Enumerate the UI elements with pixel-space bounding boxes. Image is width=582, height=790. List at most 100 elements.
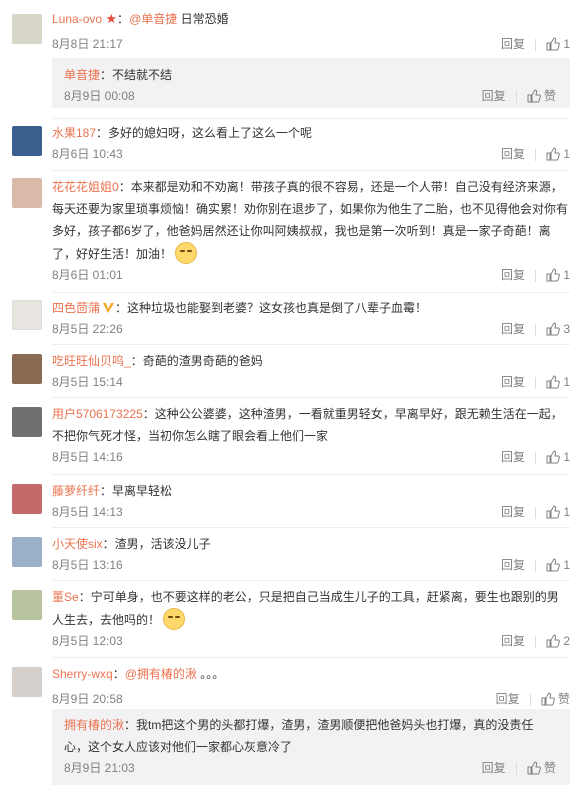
comment-username[interactable]: 四色茴蒲: [52, 301, 100, 315]
comment-separator: ：: [112, 667, 125, 681]
like-button[interactable]: 3: [546, 319, 570, 339]
avatar[interactable]: [12, 484, 42, 514]
avatar[interactable]: [12, 590, 42, 620]
comment-username[interactable]: 小天使six: [52, 537, 103, 551]
action-divider: [534, 269, 536, 282]
comment-text: 。。。: [196, 667, 225, 681]
action-divider: [534, 506, 536, 519]
thumbs-up-icon: [546, 268, 560, 282]
like-count: 2: [563, 634, 570, 648]
like-count: 1: [563, 37, 570, 51]
avatar[interactable]: [12, 667, 42, 697]
comment-date: 8月5日 22:26: [52, 322, 123, 336]
action-divider: [534, 148, 536, 161]
comment-date: 8月5日 15:14: [52, 375, 123, 389]
comment-username[interactable]: Luna-ovo: [52, 12, 102, 26]
like-button[interactable]: 1: [546, 447, 570, 467]
comment-item: 水果187：多好的媳妇呀，这么看上了这么一个呢 8月6日 10:43 回复 1: [0, 118, 582, 170]
thumbs-up-icon: [546, 505, 560, 519]
sleepy-emoji-icon: [175, 242, 198, 264]
comment-separator: ：: [117, 12, 130, 26]
like-button[interactable]: 赞: [527, 758, 556, 778]
action-divider: [534, 376, 536, 389]
like-button[interactable]: 1: [546, 265, 570, 285]
like-count: 1: [563, 558, 570, 572]
comment-username[interactable]: 用户5706173225: [52, 407, 143, 421]
like-button[interactable]: 1: [546, 555, 570, 575]
like-button[interactable]: 1: [546, 144, 570, 164]
reply-button[interactable]: 回复: [501, 555, 525, 575]
comment-username[interactable]: 吃旺旺仙贝呜_: [52, 354, 131, 368]
thumbs-up-icon: [546, 634, 560, 648]
avatar[interactable]: [12, 14, 42, 44]
avatar[interactable]: [12, 407, 42, 437]
like-button[interactable]: 2: [546, 631, 570, 651]
reply-button[interactable]: 回复: [501, 502, 525, 522]
comment-text: ：早离早轻松: [100, 484, 173, 498]
sub-comment-box: 拥有椿的湫：我tm把这个男的头都打爆，渣男，渣男顺便把他爸妈头也打爆，真的没责任…: [52, 709, 570, 785]
like-button[interactable]: 赞: [527, 86, 556, 106]
sub-comment-username[interactable]: 单音捷: [64, 68, 100, 82]
avatar[interactable]: [12, 354, 42, 384]
reply-button[interactable]: 回复: [482, 86, 506, 106]
comment-username[interactable]: Sherry-wxq: [52, 667, 113, 681]
comment-date: 8月6日 10:43: [52, 147, 123, 161]
reply-button[interactable]: 回复: [496, 689, 520, 709]
comment-text: ：这种垃圾也能娶到老婆？这女孩也真是倒了八辈子血霉！: [115, 301, 428, 315]
sub-comment-date: 8月9日 00:08: [64, 89, 135, 103]
comment-item: 藤萝纤纤：早离早轻松 8月5日 14:13 回复 1: [0, 474, 582, 526]
sub-comment-username[interactable]: 拥有椿的湫: [64, 718, 124, 732]
sub-comment-box: 单音捷：不结就不结 8月9日 00:08 回复 赞: [52, 58, 570, 108]
avatar[interactable]: [12, 126, 42, 156]
comment-text: ：宁可单身，也不要这样的老公，只是把自己当成生儿子的工具，赶紧离，要生也跟别的男…: [52, 590, 559, 627]
thumbs-up-icon: [546, 147, 560, 161]
comment-item: 吃旺旺仙贝呜_：奇葩的渣男奇葩的爸妈 8月5日 15:14 回复 1: [0, 344, 582, 396]
reply-button[interactable]: 回复: [501, 631, 525, 651]
comment-text: ：多好的媳妇呀，这么看上了这么一个呢: [96, 126, 313, 140]
reply-button[interactable]: 回复: [501, 447, 525, 467]
like-button[interactable]: 1: [546, 34, 570, 54]
reply-button[interactable]: 回复: [482, 758, 506, 778]
like-count: 1: [563, 268, 570, 282]
comment-date: 8月5日 13:16: [52, 558, 123, 572]
comment-item: 董Se：宁可单身，也不要这样的老公，只是把自己当成生儿子的工具，赶紧离，要生也跟…: [0, 580, 582, 656]
thumbs-up-icon: [546, 37, 560, 51]
action-divider: [534, 38, 536, 51]
action-divider: [515, 90, 517, 103]
comment-date: 8月8日 21:17: [52, 37, 123, 51]
like-label: 赞: [557, 692, 570, 706]
thumbs-up-icon: [527, 89, 541, 103]
comment-mention[interactable]: @拥有椿的湫: [125, 667, 197, 681]
comment-date: 8月5日 14:16: [52, 450, 123, 464]
like-button[interactable]: 1: [546, 502, 570, 522]
action-divider: [529, 693, 531, 706]
reply-button[interactable]: 回复: [501, 144, 525, 164]
comment-mention[interactable]: @单音捷: [129, 12, 177, 26]
reply-button[interactable]: 回复: [501, 319, 525, 339]
reply-button[interactable]: 回复: [501, 34, 525, 54]
comment-date: 8月9日 20:58: [52, 692, 123, 706]
avatar[interactable]: [12, 537, 42, 567]
like-button[interactable]: 赞: [541, 689, 570, 709]
sub-comment-text: ：不结就不结: [100, 68, 173, 82]
comment-date: 8月5日 14:13: [52, 505, 123, 519]
reply-button[interactable]: 回复: [501, 265, 525, 285]
action-divider: [534, 559, 536, 572]
thumbs-up-icon: [546, 375, 560, 389]
reply-button[interactable]: 回复: [501, 372, 525, 392]
comment-username[interactable]: 花花花姐姐0: [52, 180, 119, 194]
star-badge-icon: ★: [105, 11, 118, 26]
comment-item: 花花花姐姐0：本来都是劝和不劝离！带孩子真的很不容易，还是一个人带！自己没有经济…: [0, 170, 582, 292]
action-divider: [534, 635, 536, 648]
comment-username[interactable]: 藤萝纤纤: [52, 484, 100, 498]
avatar[interactable]: [12, 300, 42, 330]
action-divider: [534, 323, 536, 336]
action-divider: [515, 762, 517, 775]
comment-username[interactable]: 董Se: [52, 590, 79, 604]
angry-emoji-icon: [163, 608, 186, 630]
avatar[interactable]: [12, 178, 42, 208]
thumbs-up-icon: [546, 322, 560, 336]
comment-username[interactable]: 水果187: [52, 126, 96, 140]
like-button[interactable]: 1: [546, 372, 570, 392]
like-count: 1: [563, 450, 570, 464]
